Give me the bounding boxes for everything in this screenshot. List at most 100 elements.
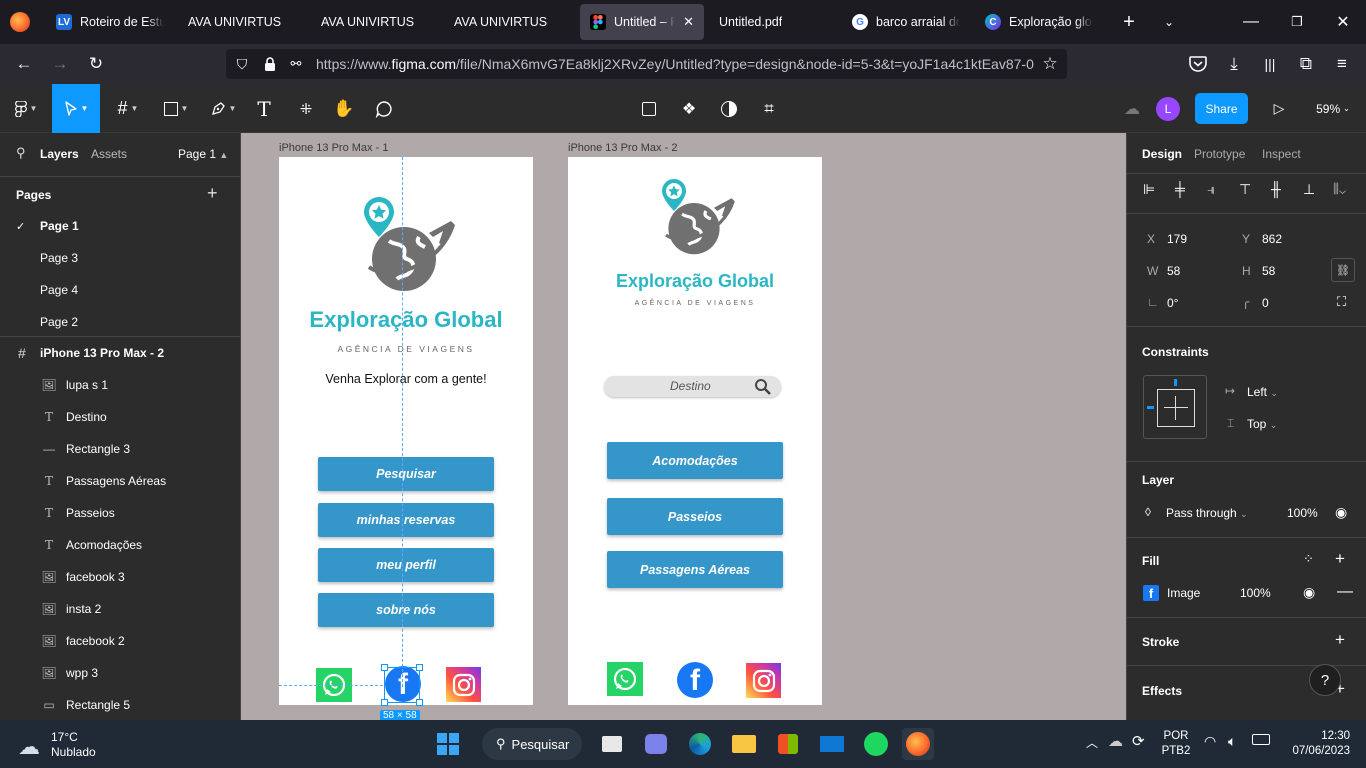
fill-image-swatch[interactable]: f bbox=[1143, 585, 1159, 601]
tray-chevron-icon[interactable]: ︿ bbox=[1086, 734, 1098, 751]
url-bar[interactable]: ⛉ ⚯ https://www.figma.com/file/NmaX6mvG7… bbox=[226, 49, 1067, 79]
add-stroke-icon[interactable]: + bbox=[1335, 630, 1345, 650]
tab-figma[interactable]: Untitled – Figma ✕ bbox=[580, 4, 704, 40]
user-avatar[interactable]: L bbox=[1156, 84, 1180, 133]
battery-icon[interactable] bbox=[1252, 734, 1270, 745]
tab-layers[interactable]: Layers bbox=[40, 147, 79, 161]
tab-pdf[interactable]: Untitled.pdf bbox=[709, 4, 837, 40]
align-center-h-icon[interactable]: ╪ bbox=[1175, 181, 1185, 197]
frame-label[interactable]: iPhone 13 Pro Max - 2 bbox=[568, 142, 677, 154]
layer-frame-iphone[interactable]: # iPhone 13 Pro Max - 2 bbox=[0, 337, 240, 369]
spotify-icon[interactable] bbox=[860, 728, 892, 760]
layer-item[interactable]: T Passagens Aéreas bbox=[0, 465, 240, 497]
constraints-widget[interactable] bbox=[1143, 375, 1207, 439]
remove-fill-icon[interactable]: — bbox=[1337, 583, 1353, 601]
layer-item[interactable]: 🖼︎ facebook 3 bbox=[0, 561, 240, 593]
download-icon[interactable]: ⤓ bbox=[1222, 52, 1246, 76]
instagram-icon[interactable] bbox=[446, 667, 481, 702]
page-item-2[interactable]: Page 2 bbox=[0, 306, 240, 338]
layer-item[interactable]: ▭ Rectangle 5 bbox=[0, 689, 240, 721]
layer-item[interactable]: T Destino bbox=[0, 401, 240, 433]
share-button[interactable]: Share bbox=[1195, 93, 1248, 124]
wifi-icon[interactable]: ◠ bbox=[1204, 733, 1216, 750]
page-selector[interactable]: Page 1 ▲ bbox=[178, 147, 228, 161]
restore-icon[interactable]: ❐ bbox=[1274, 0, 1320, 44]
ms-store-icon[interactable] bbox=[772, 728, 804, 760]
pen-tool[interactable]: ▼ bbox=[202, 84, 244, 133]
x-field[interactable]: 179 bbox=[1167, 232, 1187, 246]
fill-type[interactable]: Image bbox=[1167, 586, 1200, 600]
tab-design[interactable]: Design bbox=[1142, 147, 1182, 161]
extensions-icon[interactable]: ⧉ bbox=[1294, 52, 1318, 76]
layer-item[interactable]: T Acomodações bbox=[0, 529, 240, 561]
layer-item[interactable]: 🖼︎ insta 2 bbox=[0, 593, 240, 625]
back-icon[interactable]: ← bbox=[12, 52, 36, 76]
align-right-icon[interactable]: ⫣ bbox=[1207, 181, 1215, 198]
tab-list-icon[interactable]: ⌄ bbox=[1146, 0, 1192, 44]
reload-icon[interactable]: ↻ bbox=[84, 52, 108, 76]
present-button[interactable]: ▷ bbox=[1266, 84, 1292, 133]
shield-icon[interactable]: ⛉ bbox=[230, 52, 254, 76]
crop-button[interactable]: ⌗ bbox=[756, 84, 782, 133]
fill-visibility-eye-icon[interactable]: ◉ bbox=[1303, 584, 1315, 601]
reservations-button[interactable]: minhas reservas bbox=[318, 503, 494, 537]
close-tab-icon[interactable]: ✕ bbox=[683, 14, 694, 30]
facebook-icon[interactable]: f bbox=[677, 662, 713, 698]
page-item-3[interactable]: Page 3 bbox=[0, 242, 240, 274]
edge-icon[interactable] bbox=[684, 728, 716, 760]
sync-icon[interactable]: ⟳ bbox=[1132, 732, 1145, 750]
library-icon[interactable]: ||| bbox=[1258, 52, 1282, 76]
taskbar-search[interactable]: ⚲ Pesquisar bbox=[482, 728, 582, 760]
page-item-4[interactable]: Page 4 bbox=[0, 274, 240, 306]
frame-selection-button[interactable] bbox=[636, 84, 662, 133]
accommodations-button[interactable]: Acomodações bbox=[607, 442, 783, 479]
align-left-icon[interactable]: ⊫ bbox=[1143, 181, 1155, 198]
iphone-frame-1[interactable]: Exploração Global AGÊNCIA DE VIAGENS Ven… bbox=[279, 157, 533, 705]
pocket-icon[interactable] bbox=[1186, 52, 1210, 76]
frame-label[interactable]: iPhone 13 Pro Max - 1 bbox=[279, 142, 388, 154]
h-field[interactable]: 58 bbox=[1262, 264, 1275, 278]
tours-button[interactable]: Passeios bbox=[607, 498, 783, 535]
volume-icon[interactable]: 🔈︎ bbox=[1228, 733, 1236, 750]
hand-tool[interactable]: ✋ bbox=[330, 84, 358, 133]
tab-ava-3[interactable]: AVA UNIVIRTUS bbox=[444, 4, 572, 40]
layer-item[interactable]: 🖼︎ wpp 3 bbox=[0, 657, 240, 689]
constraint-horizontal-dropdown[interactable]: Left ⌄ bbox=[1247, 385, 1278, 399]
align-top-icon[interactable]: ⊤ bbox=[1239, 181, 1251, 198]
minimize-icon[interactable]: — bbox=[1228, 0, 1274, 44]
search-button[interactable]: Pesquisar bbox=[318, 457, 494, 491]
bookmark-star-icon[interactable]: ☆ bbox=[1038, 52, 1062, 76]
hamburger-menu-icon[interactable]: ≡ bbox=[1330, 52, 1354, 76]
page-item-1[interactable]: ✓ Page 1 bbox=[0, 210, 240, 242]
tab-canva[interactable]: C Exploração global bbox=[975, 4, 1103, 40]
help-button[interactable]: ? bbox=[1309, 664, 1341, 696]
text-tool[interactable]: T bbox=[250, 84, 278, 133]
tab-assets[interactable]: Assets bbox=[91, 147, 127, 161]
shape-tool[interactable]: ▼ bbox=[156, 84, 196, 133]
fill-opacity-field[interactable]: 100% bbox=[1240, 586, 1271, 600]
move-tool[interactable]: ▼ bbox=[52, 84, 100, 133]
resources-tool[interactable]: ⁜ bbox=[292, 84, 320, 133]
blend-mode-dropdown[interactable]: Pass through ⌄ bbox=[1166, 506, 1248, 520]
cloud-upload-button[interactable]: ☁ bbox=[1120, 84, 1144, 133]
layer-item[interactable]: 🖼︎ facebook 2 bbox=[0, 625, 240, 657]
tab-roteiro[interactable]: LV Roteiro de Estudo bbox=[46, 4, 174, 40]
weather-widget[interactable]: ☁ 17°C Nublado bbox=[18, 728, 138, 760]
destination-search[interactable]: Destino bbox=[604, 376, 781, 397]
comment-tool[interactable] bbox=[370, 84, 398, 133]
teams-chat-icon[interactable] bbox=[640, 728, 672, 760]
zoom-dropdown[interactable]: 59% ⌄ bbox=[1310, 84, 1356, 133]
align-bottom-icon[interactable]: ⊥ bbox=[1303, 181, 1315, 198]
lock-icon[interactable] bbox=[258, 52, 282, 76]
profile-button[interactable]: meu perfil bbox=[318, 548, 494, 582]
mail-icon[interactable] bbox=[816, 728, 848, 760]
radius-field[interactable]: 0 bbox=[1262, 296, 1269, 310]
firefox-taskbar-icon[interactable] bbox=[902, 728, 934, 760]
tab-google[interactable]: G barco arraial do c bbox=[842, 4, 970, 40]
close-window-icon[interactable]: ✕ bbox=[1320, 0, 1366, 44]
align-center-v-icon[interactable]: ╫ bbox=[1271, 181, 1281, 197]
rotation-field[interactable]: 0° bbox=[1167, 296, 1178, 310]
selection-box[interactable] bbox=[381, 664, 423, 706]
about-button[interactable]: sobre nós bbox=[318, 593, 494, 627]
tab-inspect[interactable]: Inspect bbox=[1262, 147, 1301, 161]
